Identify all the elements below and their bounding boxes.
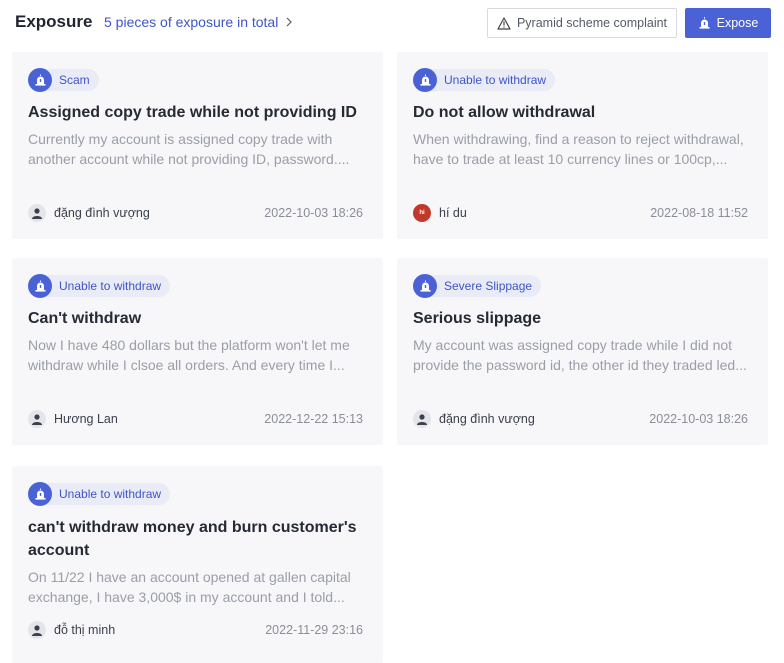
category-tag: Unable to withdraw <box>28 481 171 507</box>
category-tag-label: Unable to withdraw <box>42 275 171 297</box>
author: đặng đình vượng <box>413 410 535 428</box>
total-exposure-link[interactable]: 5 pieces of exposure in total <box>104 14 294 30</box>
expose-button[interactable]: Expose <box>685 8 771 38</box>
page-title: Exposure <box>15 12 93 31</box>
page-header: Exposure 5 pieces of exposure in total P… <box>0 0 784 46</box>
author-name: hí du <box>439 206 467 220</box>
exposure-card[interactable]: Severe Slippage Serious slippage My acco… <box>397 258 768 445</box>
pyramid-complaint-button[interactable]: Pyramid scheme complaint <box>487 8 677 38</box>
alarm-light-icon <box>413 274 437 298</box>
chevron-right-icon <box>286 17 293 27</box>
post-date: 2022-12-22 15:13 <box>264 412 363 426</box>
post-date: 2022-10-03 18:26 <box>649 412 748 426</box>
author-name: đặng đình vượng <box>54 206 150 220</box>
card-description: On 11/22 I have an account opened at gal… <box>28 569 351 605</box>
alarm-light-icon <box>413 68 437 92</box>
warning-icon <box>497 16 511 30</box>
author: Hương Lan <box>28 410 118 428</box>
person-icon <box>28 410 46 428</box>
card-title: Assigned copy trade while not providing … <box>28 104 357 121</box>
author-name: Hương Lan <box>54 412 118 426</box>
author: hi hí du <box>413 204 467 222</box>
card-description: Currently my account is assigned copy tr… <box>28 131 350 167</box>
alarm-light-icon <box>28 68 52 92</box>
category-tag: Unable to withdraw <box>413 67 556 93</box>
exposure-card[interactable]: Unable to withdraw Do not allow withdraw… <box>397 52 768 239</box>
card-description: When withdrawing, find a reason to rejec… <box>413 131 744 167</box>
card-title: Can't withdraw <box>28 310 142 327</box>
user-avatar: hi <box>413 204 431 222</box>
author-name: đỗ thị minh <box>54 623 116 637</box>
total-exposure-text: 5 pieces of exposure in total <box>104 14 279 30</box>
category-tag-label: Unable to withdraw <box>42 483 171 505</box>
category-tag: Unable to withdraw <box>28 273 171 299</box>
exposure-card[interactable]: Unable to withdraw can't withdraw money … <box>12 466 383 663</box>
expose-label: Expose <box>716 16 759 30</box>
alarm-light-icon <box>28 274 52 298</box>
person-icon <box>413 410 431 428</box>
post-date: 2022-10-03 18:26 <box>264 206 363 220</box>
post-date: 2022-11-29 23:16 <box>265 623 363 637</box>
author: đặng đình vượng <box>28 204 150 222</box>
post-date: 2022-08-18 11:52 <box>650 206 748 220</box>
person-icon <box>28 621 46 639</box>
card-description: My account was assigned copy trade while… <box>413 337 747 373</box>
alarm-light-icon <box>699 16 710 29</box>
author-name: đặng đình vượng <box>439 412 535 426</box>
category-tag: Severe Slippage <box>413 273 542 299</box>
card-description: Now I have 480 dollars but the platform … <box>28 337 350 373</box>
card-title: Serious slippage <box>413 310 542 327</box>
author: đỗ thị minh <box>28 621 115 639</box>
category-tag-label: Unable to withdraw <box>427 69 556 91</box>
card-title: Do not allow withdrawal <box>413 104 596 121</box>
category-tag-label: Severe Slippage <box>427 275 542 297</box>
card-title: can't withdraw money and burn customer's… <box>28 519 357 559</box>
alarm-light-icon <box>28 482 52 506</box>
person-icon <box>28 204 46 222</box>
pyramid-complaint-label: Pyramid scheme complaint <box>516 16 668 30</box>
exposure-card[interactable]: Scam Assigned copy trade while not provi… <box>12 52 383 239</box>
category-tag: Scam <box>28 67 99 93</box>
exposure-card[interactable]: Unable to withdraw Can't withdraw Now I … <box>12 258 383 445</box>
